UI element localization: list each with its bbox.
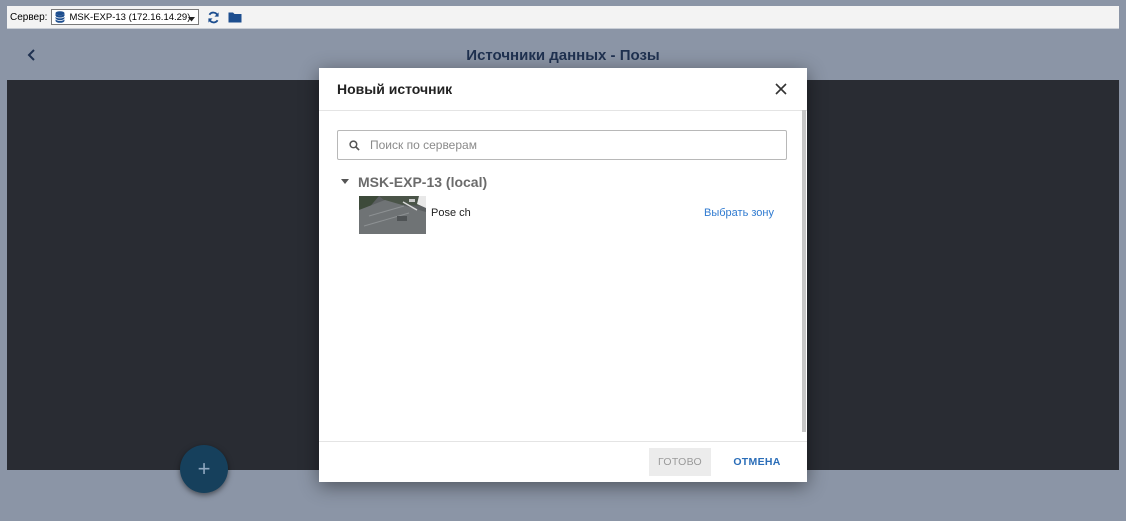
database-icon [55, 11, 66, 23]
dialog-header: Новый источник [319, 68, 807, 111]
cancel-button[interactable]: ОТМЕНА [727, 448, 787, 476]
search-input[interactable] [368, 137, 786, 153]
search-icon [349, 139, 360, 151]
refresh-icon[interactable] [207, 11, 220, 24]
dropdown-caret-icon [188, 14, 196, 25]
server-select[interactable]: MSK-EXP-13 (172.16.14.29) [51, 9, 200, 25]
select-zone-link[interactable]: Выбрать зону [704, 207, 774, 219]
page-title: Источники данных - Позы [466, 47, 660, 64]
dialog-title: Новый источник [337, 81, 453, 97]
add-source-button[interactable]: + [180, 445, 228, 493]
camera-thumbnail [359, 196, 426, 234]
dialog-scrollbar[interactable] [802, 110, 806, 432]
new-source-dialog: Новый источник MSK-EXP-13 (local) [319, 68, 807, 482]
server-search-field[interactable] [337, 130, 787, 160]
top-toolbar: Сервер: MSK-EXP-13 (172.16.14.29) [7, 6, 1119, 29]
server-node-name: MSK-EXP-13 (local) [358, 174, 488, 190]
folder-icon[interactable] [228, 11, 242, 23]
server-label: Сервер: [10, 11, 48, 23]
camera-list-item[interactable]: Pose ch Выбрать зону [359, 196, 774, 234]
camera-name: Pose ch [431, 207, 471, 219]
done-button[interactable]: ГОТОВО [649, 448, 711, 476]
dialog-footer: ГОТОВО ОТМЕНА [319, 441, 807, 483]
close-icon[interactable] [775, 82, 787, 100]
expand-caret-icon[interactable] [341, 179, 349, 185]
server-tree-node[interactable]: MSK-EXP-13 (local) [341, 174, 487, 190]
server-select-value: MSK-EXP-13 (172.16.14.29) [69, 11, 191, 23]
